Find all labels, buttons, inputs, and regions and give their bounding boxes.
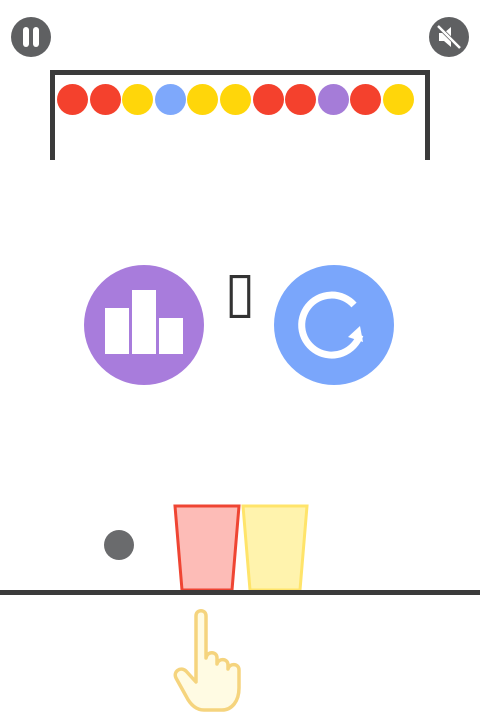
queue-ball-red [89, 84, 121, 115]
podium-icon [105, 290, 183, 354]
cup-red[interactable] [173, 504, 241, 592]
leaderboard-button[interactable] [84, 265, 204, 385]
sound-muted-icon [436, 24, 462, 50]
queue-ball-yellow [122, 84, 154, 115]
pause-button[interactable] [11, 17, 51, 57]
tray-right-edge [425, 70, 430, 160]
tray-top-edge [50, 70, 430, 75]
cup-yellow[interactable] [241, 504, 309, 592]
queue-ball-blue [154, 84, 186, 115]
queue-ball-purple [317, 84, 349, 115]
pause-icon-bar [33, 27, 39, 47]
queue-ball-yellow [220, 84, 251, 115]
queue-ball-red [285, 84, 317, 115]
floor-line [0, 590, 480, 595]
pause-icon [23, 27, 29, 47]
sound-toggle-button[interactable] [429, 17, 469, 57]
current-ball [104, 530, 134, 560]
queue-ball-yellow [383, 84, 414, 115]
tray-left-edge [50, 70, 55, 160]
restart-icon [298, 291, 364, 359]
score-value: ▯ [224, 260, 256, 325]
tap-hand-icon [173, 609, 241, 712]
queue-ball-red [252, 84, 284, 115]
game-screen[interactable]: ▯ [0, 0, 480, 720]
restart-button[interactable] [274, 265, 394, 385]
queue-ball-red [57, 84, 88, 115]
cups-group [173, 504, 309, 592]
